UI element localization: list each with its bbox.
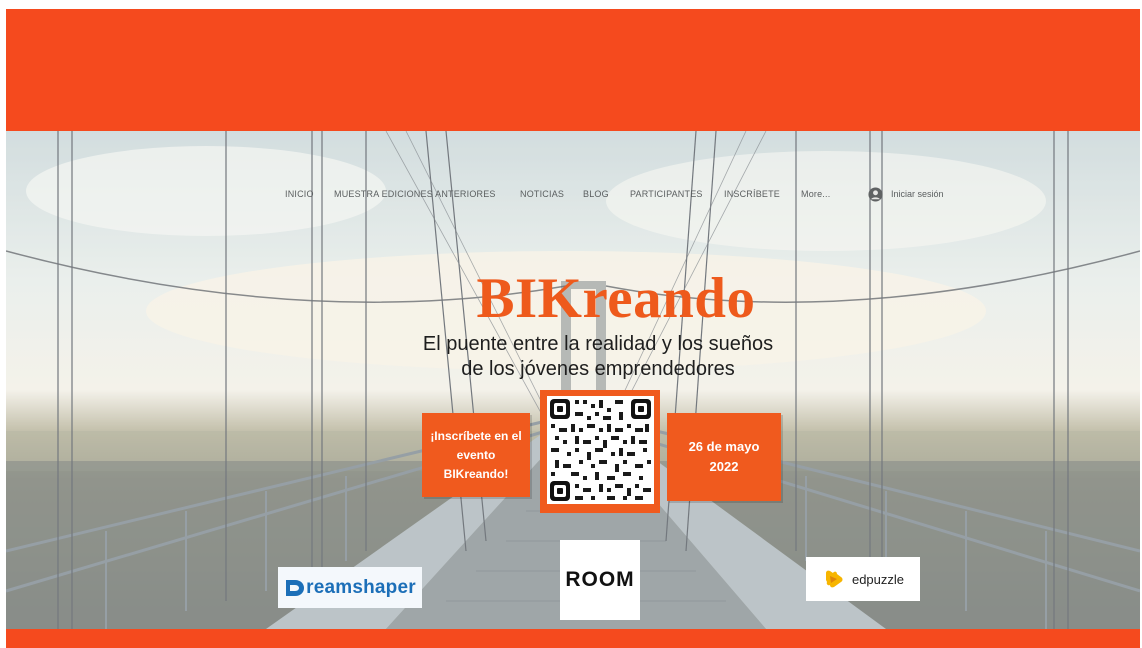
presentation-frame: INICIO MUESTRA EDICIONES ANTERIORES NOTI…	[6, 9, 1140, 648]
event-date-box: 26 de mayo 2022	[667, 413, 781, 501]
cta-line-1: ¡Inscríbete en el	[430, 428, 522, 443]
sponsor-edpuzzle-logo[interactable]: edpuzzle	[806, 557, 920, 601]
dreamshaper-wordmark: reamshaper	[306, 576, 416, 598]
nav-item-blog[interactable]: BLOG	[583, 189, 609, 199]
dreamshaper-d-icon	[286, 579, 305, 596]
qr-code-graphic	[547, 396, 654, 504]
event-tagline: El puente entre la realidad y los sueños…	[398, 332, 798, 382]
hero-section: INICIO MUESTRA EDICIONES ANTERIORES NOTI…	[6, 131, 1140, 629]
date-line-1: 26 de mayo	[688, 439, 760, 454]
nav-item-participantes[interactable]: PARTICIPANTES	[630, 189, 703, 199]
site-navigation: INICIO MUESTRA EDICIONES ANTERIORES NOTI…	[6, 189, 1140, 209]
sponsor-dreamshaper-logo[interactable]: reamshaper	[278, 567, 422, 608]
sponsor-room-logo[interactable]: ROOM	[560, 540, 640, 620]
login-label: Iniciar sesión	[891, 189, 944, 199]
cta-line-3: BIKreando!	[443, 466, 509, 481]
event-title: BIKreando	[476, 267, 756, 330]
top-accent-band	[6, 9, 1140, 131]
tagline-line-2: de los jóvenes emprendedores	[461, 358, 735, 380]
nav-item-noticias[interactable]: NOTICIAS	[520, 189, 564, 199]
qr-code-icon	[547, 396, 654, 504]
nav-item-more[interactable]: More...	[801, 189, 830, 199]
cta-line-2: evento	[456, 447, 496, 462]
qr-code-frame[interactable]	[540, 390, 660, 513]
room-wordmark: ROOM	[565, 568, 635, 591]
nav-item-inscribete[interactable]: INSCRÍBETE	[724, 189, 780, 199]
login-button[interactable]: Iniciar sesión	[868, 184, 944, 204]
edpuzzle-wordmark: edpuzzle	[851, 571, 905, 587]
user-avatar-icon	[868, 186, 883, 202]
bottom-accent-band	[6, 629, 1140, 648]
nav-item-inicio[interactable]: INICIO	[285, 189, 314, 199]
nav-item-muestra-ediciones[interactable]: MUESTRA EDICIONES ANTERIORES	[334, 189, 496, 199]
register-cta-box[interactable]: ¡Inscríbete en el evento BIKreando!	[422, 413, 530, 497]
edpuzzle-puzzle-icon	[825, 570, 843, 588]
date-line-2: 2022	[709, 459, 739, 474]
tagline-line-1: El puente entre la realidad y los sueños	[422, 333, 774, 355]
